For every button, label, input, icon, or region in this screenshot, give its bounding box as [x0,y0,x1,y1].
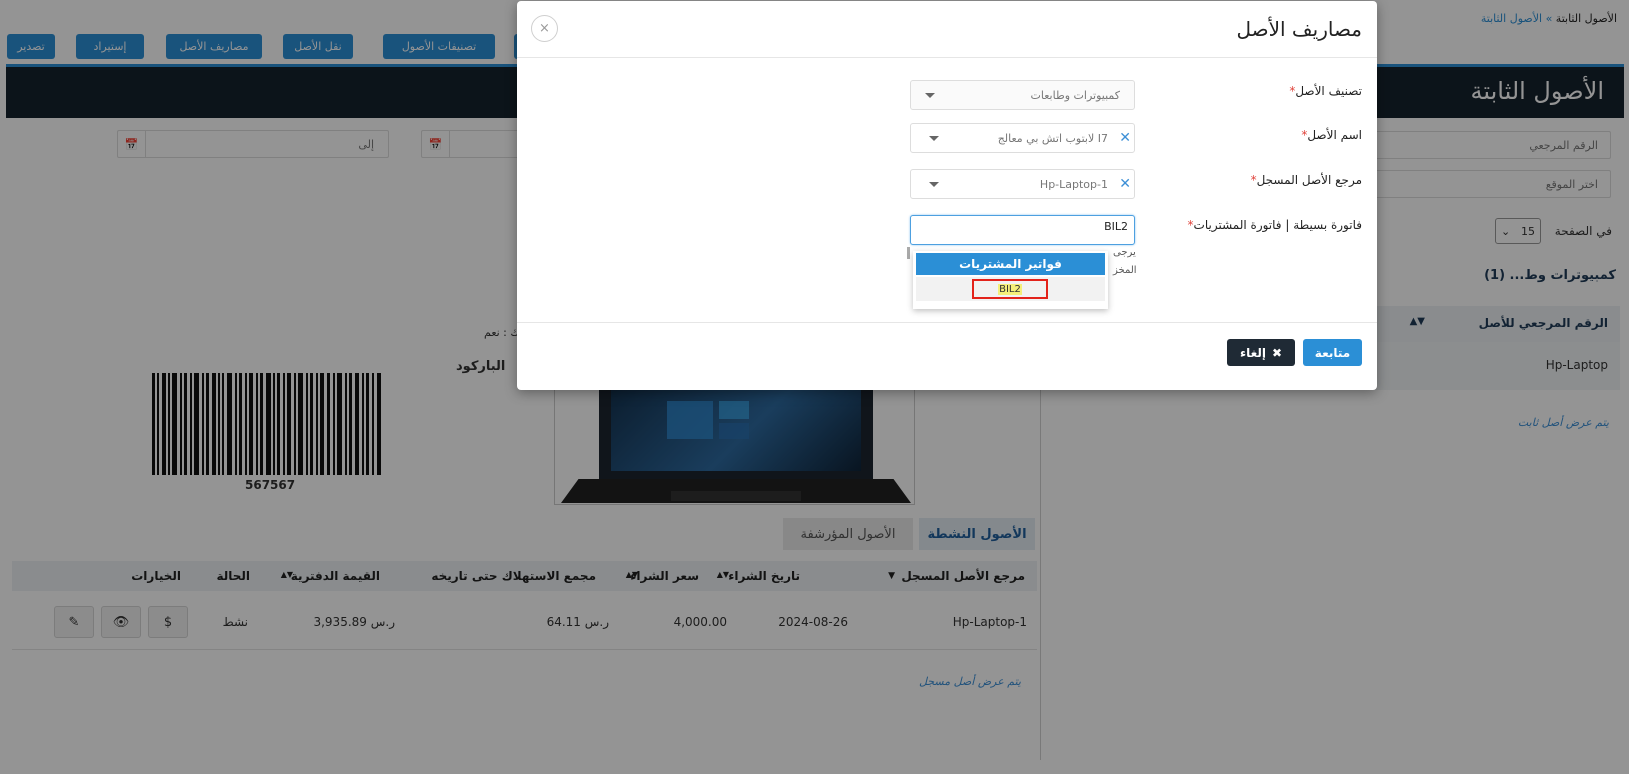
category-label-text: تصنيف الأصل [1295,84,1362,98]
reference-label: *مرجع الأصل المسجل [1247,173,1362,187]
dropdown-option-label: BIL2 [998,283,1022,295]
chevron-down-icon [929,181,939,187]
asset-expenses-modal: مصاريف الأصل × *تصنيف الأصل كمبيوترات وط… [517,1,1377,390]
reference-select[interactable]: ✕ Hp-Laptop-1 [910,169,1135,199]
category-value: كمبيوترات وطابعات [1030,88,1120,102]
invoice-search-value: BIL2 [1104,220,1128,233]
close-icon[interactable]: × [531,15,558,42]
clear-icon[interactable]: ✕ [1119,176,1131,192]
modal-header-divider [517,57,1377,58]
category-select[interactable]: كمبيوترات وطابعات [910,80,1135,110]
dropdown-option-bil2[interactable]: BIL2 [916,277,1105,301]
category-label: *تصنيف الأصل [1285,84,1362,98]
chevron-down-icon [925,92,935,98]
hint-fragment-2: المخز [1113,265,1137,276]
invoice-search-input[interactable]: BIL2 [910,215,1135,245]
chevron-down-icon [929,135,939,141]
reference-value: Hp-Laptop-1 [1039,177,1108,191]
asset-name-label: *اسم الأصل [1297,128,1362,142]
asset-name-value: لابتوب اتش بي معالج I7 [997,131,1108,145]
asset-name-label-text: اسم الأصل [1307,128,1362,142]
invoice-label: *فاتورة بسيطة | فاتورة المشتريات [1184,218,1362,232]
dropdown-group-header: فواتير المشتريات [916,253,1105,275]
cancel-button[interactable]: إلغاء ✖ [1227,339,1295,366]
invoice-label-text: فاتورة بسيطة | فاتورة المشتريات [1193,218,1362,232]
clear-icon[interactable]: ✕ [1119,130,1131,146]
asset-name-select[interactable]: ✕ لابتوب اتش بي معالج I7 [910,123,1135,153]
reference-label-text: مرجع الأصل المسجل [1256,173,1362,187]
cancel-button-label: إلغاء [1239,345,1266,360]
invoice-dropdown: فواتير المشتريات BIL2 [913,251,1108,309]
hint-fragment-1: يرجى [1113,247,1136,258]
modal-footer-divider [517,322,1377,323]
modal-title: مصاريف الأصل [1236,17,1362,41]
hint-edge [907,247,910,259]
continue-button[interactable]: متابعة [1303,339,1362,366]
close-icon: ✖ [1271,345,1283,360]
option-highlight-box: BIL2 [972,279,1048,299]
